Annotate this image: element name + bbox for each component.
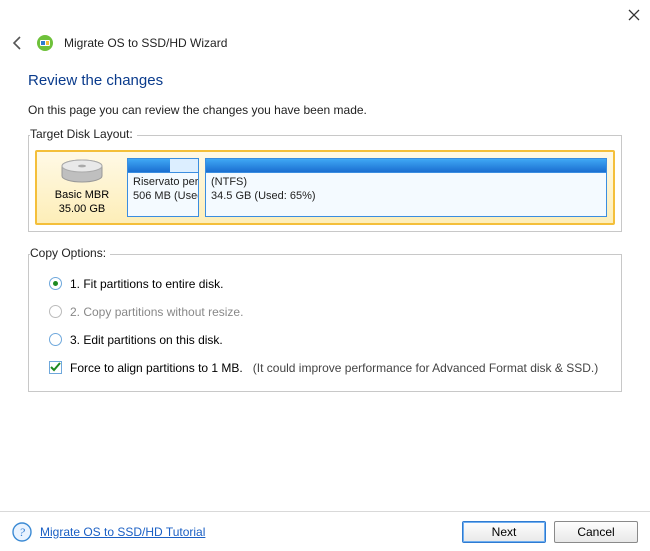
next-button[interactable]: Next: [462, 521, 546, 543]
window-title: Migrate OS to SSD/HD Wizard: [64, 36, 227, 50]
option-copy-without-resize: 2. Copy partitions without resize.: [49, 305, 601, 319]
radio-icon[interactable]: [49, 277, 62, 290]
target-disk-group: Target Disk Layout: Basic MBR 35.00 GB: [28, 127, 622, 232]
page-description: On this page you can review the changes …: [28, 103, 622, 117]
align-label: Force to align partitions to 1 MB.: [70, 361, 243, 375]
disk-layout-panel[interactable]: Basic MBR 35.00 GB Riservato per i 506 M…: [35, 150, 615, 225]
copy-options-group: Copy Options: 1. Fit partitions to entir…: [28, 246, 622, 392]
target-disk-label: Target Disk Layout:: [30, 127, 137, 141]
option-label: 3. Edit partitions on this disk.: [70, 333, 223, 347]
close-icon[interactable]: [628, 9, 640, 21]
option-align-partitions[interactable]: Force to align partitions to 1 MB. (It c…: [49, 361, 601, 375]
back-arrow-icon[interactable]: [10, 35, 26, 51]
help-icon[interactable]: ?: [12, 522, 32, 542]
page-heading: Review the changes: [28, 72, 622, 89]
option-fit-partitions[interactable]: 1. Fit partitions to entire disk.: [49, 277, 601, 291]
tutorial-link[interactable]: Migrate OS to SSD/HD Tutorial: [40, 525, 205, 539]
option-label: 2. Copy partitions without resize.: [70, 305, 243, 319]
option-label: 1. Fit partitions to entire disk.: [70, 277, 223, 291]
partition-name: (NTFS): [211, 176, 601, 190]
disk-type: Basic MBR: [55, 188, 109, 202]
hard-disk-icon: [59, 158, 105, 186]
checkbox-icon[interactable]: [49, 361, 62, 374]
disk-size: 35.00 GB: [59, 202, 105, 216]
cancel-button[interactable]: Cancel: [554, 521, 638, 543]
partition-name: Riservato per i: [133, 176, 193, 190]
svg-text:?: ?: [19, 525, 25, 539]
option-edit-partitions[interactable]: 3. Edit partitions on this disk.: [49, 333, 601, 347]
align-hint: (It could improve performance for Advanc…: [253, 361, 598, 375]
partition-reserved[interactable]: Riservato per i 506 MB (Used:: [127, 158, 199, 217]
radio-icon: [49, 305, 62, 318]
app-icon: [36, 34, 54, 52]
partition-size: 506 MB (Used:: [133, 190, 193, 204]
partition-size: 34.5 GB (Used: 65%): [211, 190, 601, 204]
disk-info: Basic MBR 35.00 GB: [43, 158, 121, 217]
partition-ntfs[interactable]: (NTFS) 34.5 GB (Used: 65%): [205, 158, 607, 217]
copy-options-label: Copy Options:: [30, 246, 110, 260]
radio-icon[interactable]: [49, 333, 62, 346]
